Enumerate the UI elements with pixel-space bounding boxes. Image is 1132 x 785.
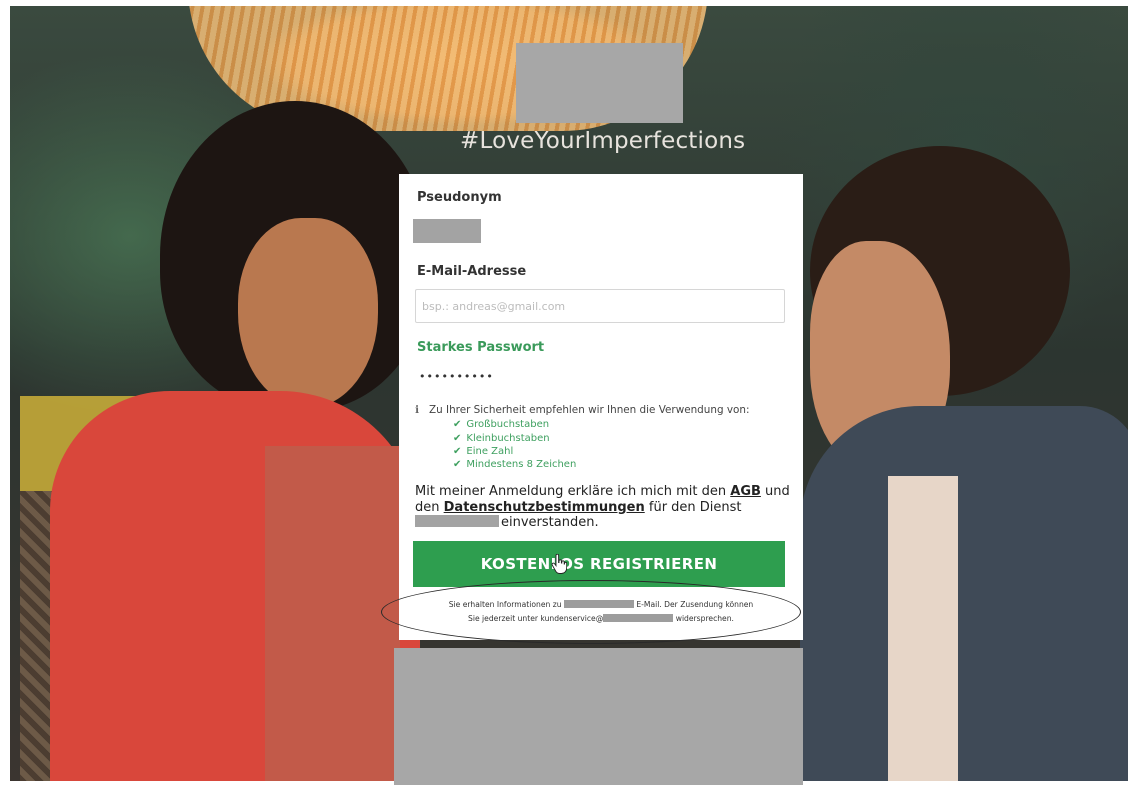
redacted-pseudonym-field[interactable] [413,219,481,243]
notice-line2-prefix: Sie jederzeit unter kundenservice@ [468,614,604,623]
brand-hashtag: #LoveYourImperfections [460,128,746,154]
security-hint: ℹ Zu Ihrer Sicherheit empfehlen wir Ihnen… [415,404,795,416]
requirement-text: Mindestens 8 Zeichen [466,459,577,470]
pseudonym-label: Pseudonym [417,190,502,205]
redacted-service-name [415,515,499,527]
redacted-bottom-panel [394,648,803,785]
redacted-email-domain [603,614,674,622]
checkmark-icon: ✔ [453,419,462,430]
requirement-item: ✔ Kleinbuchstaben [453,433,550,444]
terms-prefix: Mit meiner Anmeldung erkläre ich mich mi… [415,484,727,499]
man-shirt [888,476,958,781]
woman-face [238,218,378,408]
checkmark-icon: ✔ [453,459,462,470]
woman-top [265,446,400,781]
terms-suffix: einverstanden. [501,515,599,530]
privacy-link[interactable]: Datenschutzbestimmungen [444,500,645,515]
redacted-brand [563,600,634,608]
email-input[interactable] [415,289,785,323]
notice-line1-prefix: Sie erhalten Informationen zu [448,600,562,609]
info-icon: ℹ [415,404,419,416]
requirement-text: Großbuchstaben [466,419,550,430]
password-field[interactable]: •••••••••• [419,370,494,383]
hand-pointer-icon [551,554,567,574]
agb-link[interactable]: AGB [730,484,761,499]
requirement-text: Eine Zahl [466,446,514,457]
terms-text: Mit meiner Anmeldung erkläre ich mich mi… [415,484,791,531]
notice-line2-suffix: widersprechen. [675,614,734,623]
registration-form: Pseudonym E-Mail-Adresse Starkes Passwor… [399,174,803,640]
man-jacket [800,406,1128,781]
newsletter-notice: Sie erhalten Informationen zu E-Mail. De… [405,598,797,626]
notice-line1-suffix: E-Mail. Der Zusendung können [636,600,754,609]
email-label: E-Mail-Adresse [417,264,527,279]
checkmark-icon: ✔ [453,446,462,457]
terms-service: für den Dienst [648,499,742,515]
password-strength-label: Starkes Passwort [417,340,545,355]
register-button[interactable]: KOSTENLOS REGISTRIEREN [413,541,785,587]
requirement-item: ✔ Eine Zahl [453,446,513,457]
requirement-item: ✔ Großbuchstaben [453,419,549,430]
checkmark-icon: ✔ [453,433,462,444]
requirement-item: ✔ Mindestens 8 Zeichen [453,459,576,470]
requirement-text: Kleinbuchstaben [466,433,550,444]
redacted-logo [516,43,683,123]
security-hint-text: Zu Ihrer Sicherheit empfehlen wir Ihnen … [429,404,750,416]
